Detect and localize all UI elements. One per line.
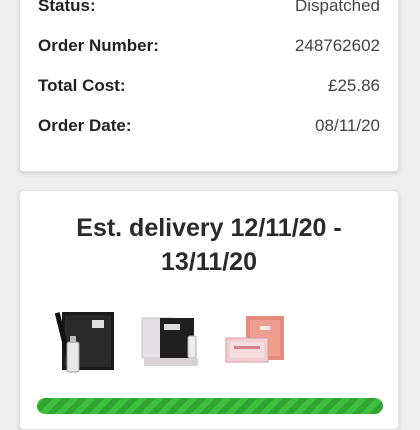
product-grey-gift-set-icon[interactable] — [134, 302, 204, 380]
order-date-label: Order Date: — [38, 116, 132, 135]
order-number-label: Order Number: — [38, 36, 159, 55]
status-value: Dispatched — [294, 0, 380, 15]
estimated-delivery-heading: Est. delivery 12/11/20 - 13/11/20 — [20, 211, 398, 279]
delivery-card: Est. delivery 12/11/20 - 13/11/20 — [19, 190, 399, 430]
order-number-value: 248762602 — [294, 36, 380, 55]
delivery-progress-bar — [37, 398, 383, 414]
product-black-box-with-bottle-icon[interactable] — [48, 302, 118, 380]
status-label: Status: — [38, 0, 96, 15]
order-details-card: Status: Dispatched Order Number: 2487626… — [19, 0, 399, 172]
delivery-title-line1: Est. delivery 12/11/20 - — [76, 214, 342, 242]
delivery-title-line2: 13/11/20 — [161, 248, 257, 276]
order-date-row: Order Date: 08/11/20 — [38, 114, 380, 138]
delivery-progress-fill — [37, 398, 383, 414]
product-thumbnails — [48, 301, 290, 381]
total-cost-value: £25.86 — [328, 76, 380, 95]
status-row: Status: Dispatched — [38, 0, 380, 18]
product-pink-gift-set-icon[interactable] — [220, 302, 290, 380]
order-number-row: Order Number: 248762602 — [38, 34, 380, 58]
order-date-value: 08/11/20 — [315, 116, 380, 135]
total-cost-row: Total Cost: £25.86 — [38, 74, 380, 98]
total-cost-label: Total Cost: — [38, 76, 126, 95]
